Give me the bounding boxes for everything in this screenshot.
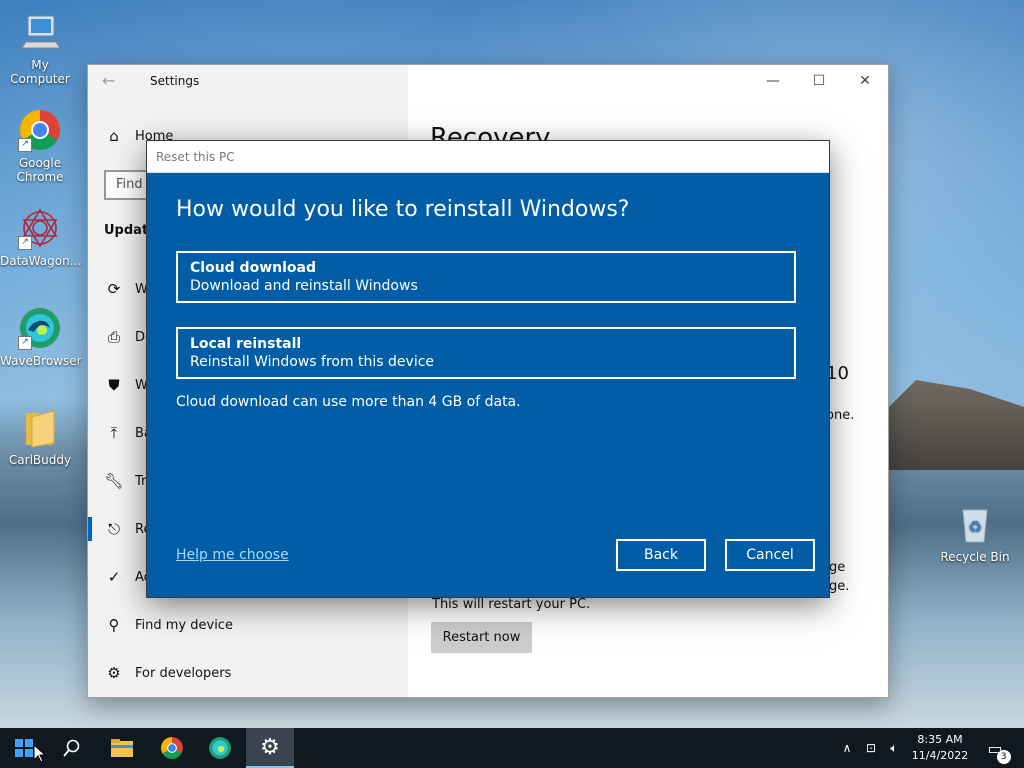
mouse-cursor-icon bbox=[33, 744, 47, 763]
dialog-titlebar: Reset this PC bbox=[147, 141, 829, 173]
minimize-icon[interactable]: — bbox=[750, 65, 796, 97]
wavebrowser-icon: ↗ bbox=[18, 306, 62, 350]
search-icon bbox=[63, 739, 80, 757]
recovery-icon: ⎋ bbox=[108, 520, 120, 538]
folder-icon bbox=[18, 405, 62, 449]
desktop-background: My Computer ↗ Google Chrome ↗ DataWagon.… bbox=[0, 0, 1024, 728]
main-text-fragment: 10 bbox=[826, 363, 849, 384]
taskbar-chrome[interactable] bbox=[148, 728, 196, 768]
main-text-fragment: one. bbox=[826, 408, 855, 423]
window-title: Settings bbox=[150, 74, 200, 88]
taskbar-wavebrowser[interactable] bbox=[196, 728, 244, 768]
network-icon[interactable]: ⊡ bbox=[860, 728, 882, 768]
file-explorer-icon bbox=[111, 739, 133, 757]
desktop-icon-carlbuddy[interactable]: CarlBuddy bbox=[0, 405, 80, 467]
cancel-button[interactable]: Cancel bbox=[725, 539, 815, 571]
chevron-up-icon[interactable]: ∧ bbox=[838, 728, 856, 768]
local-reinstall-option[interactable]: Local reinstall Reinstall Windows from t… bbox=[176, 327, 796, 379]
check-circle-icon: ✓ bbox=[107, 568, 121, 586]
option-title: Cloud download bbox=[190, 260, 316, 276]
data-usage-note: Cloud download can use more than 4 GB of… bbox=[176, 394, 521, 410]
close-icon[interactable]: ✕ bbox=[842, 65, 888, 97]
main-text-fragment: ge bbox=[829, 560, 846, 575]
sidebar-item-label: Find my device bbox=[135, 618, 233, 633]
cloud-download-option[interactable]: Cloud download Download and reinstall Wi… bbox=[176, 251, 796, 303]
taskbar-clock[interactable]: 8:35 AM 11/4/2022 bbox=[905, 732, 975, 764]
option-description: Reinstall Windows from this device bbox=[190, 354, 435, 370]
chrome-icon: ↗ bbox=[18, 108, 62, 152]
option-description: Download and reinstall Windows bbox=[190, 278, 418, 294]
backup-icon: ⤒ bbox=[110, 424, 118, 442]
desktop-icon-label: CarlBuddy bbox=[8, 453, 72, 467]
monitor-icon bbox=[18, 10, 62, 54]
notification-count-badge: 3 bbox=[996, 749, 1011, 764]
taskbar-file-explorer[interactable] bbox=[98, 728, 146, 768]
wrench-icon: 🔧︎ bbox=[104, 472, 124, 490]
windows-logo-icon bbox=[15, 739, 33, 757]
home-icon: ⌂ bbox=[109, 127, 119, 145]
reset-pc-dialog: Reset this PC How would you like to rein… bbox=[147, 141, 829, 597]
chrome-icon bbox=[161, 737, 183, 759]
sidebar-item-find-my-device[interactable]: ⚲ Find my device bbox=[88, 606, 408, 646]
back-arrow-icon[interactable]: ← bbox=[102, 71, 115, 90]
desktop-icon-my-computer[interactable]: My Computer bbox=[0, 10, 80, 86]
wavebrowser-icon bbox=[209, 737, 231, 759]
sidebar-item-label: W bbox=[135, 282, 148, 297]
sidebar-item-label: For developers bbox=[135, 666, 232, 681]
taskbar-settings[interactable]: ⚙ bbox=[246, 728, 294, 768]
dialog-heading: How would you like to reinstall Windows? bbox=[176, 197, 630, 222]
gear-icon: ⚙ bbox=[260, 734, 280, 760]
sidebar-item-label: W bbox=[135, 378, 148, 393]
dialog-title: Reset this PC bbox=[156, 150, 235, 164]
volume-icon[interactable]: 🔈︎ bbox=[884, 728, 904, 768]
search-button[interactable] bbox=[48, 728, 96, 768]
shortcut-arrow-icon: ↗ bbox=[18, 336, 32, 350]
desktop-icon-label: Recycle Bin bbox=[940, 550, 1010, 564]
recycle-bin-icon: ♻ bbox=[953, 502, 997, 546]
taskbar: ⚙ ∧ ⊡ 🔈︎ 8:35 AM 11/4/2022 ▭ 3 bbox=[0, 728, 1024, 768]
sidebar-item-for-developers[interactable]: ⚙ For developers bbox=[88, 654, 408, 694]
desktop-icon-datawagon[interactable]: ↗ DataWagon... bbox=[0, 206, 82, 268]
desktop-icon-label: My Computer bbox=[10, 58, 70, 86]
desktop-icon-recycle-bin[interactable]: ♻ Recycle Bin bbox=[935, 502, 1015, 564]
desktop-icon-google-chrome[interactable]: ↗ Google Chrome bbox=[0, 108, 80, 184]
developer-icon: ⚙ bbox=[107, 664, 121, 682]
clock-date: 11/4/2022 bbox=[911, 749, 969, 762]
sidebar-item-label: Tr bbox=[135, 474, 147, 489]
desktop-icon-wavebrowser[interactable]: ↗ WaveBrowser bbox=[0, 306, 82, 368]
help-me-choose-link[interactable]: Help me choose bbox=[176, 547, 289, 563]
clock-time: 8:35 AM bbox=[917, 733, 963, 746]
settings-titlebar: ← Settings — ☐ ✕ bbox=[88, 65, 888, 97]
notification-center-button[interactable]: ▭ 3 bbox=[980, 728, 1011, 768]
back-button[interactable]: Back bbox=[616, 539, 706, 571]
shortcut-arrow-icon: ↗ bbox=[18, 138, 32, 152]
desktop-icon-label: DataWagon... bbox=[0, 254, 82, 268]
shortcut-arrow-icon: ↗ bbox=[18, 236, 32, 250]
desktop-icon-label: Google Chrome bbox=[16, 156, 64, 184]
option-title: Local reinstall bbox=[190, 336, 302, 352]
person-icon: ⚲ bbox=[108, 616, 120, 634]
restart-now-button[interactable]: Restart now bbox=[431, 622, 532, 653]
svg-text:♻: ♻ bbox=[968, 517, 982, 536]
desktop-icon-label: WaveBrowser bbox=[0, 354, 82, 368]
restart-description: This will restart your PC. bbox=[432, 597, 591, 612]
refresh-icon: ⟳ bbox=[107, 280, 121, 298]
shield-icon: ⛊ bbox=[108, 376, 120, 394]
search-placeholder: Find bbox=[116, 177, 143, 192]
datawagon-icon: ↗ bbox=[18, 206, 62, 250]
notification-icon: ▭ 3 bbox=[987, 739, 1011, 764]
maximize-icon[interactable]: ☐ bbox=[796, 65, 842, 97]
delivery-icon: ⎙ bbox=[107, 328, 120, 346]
